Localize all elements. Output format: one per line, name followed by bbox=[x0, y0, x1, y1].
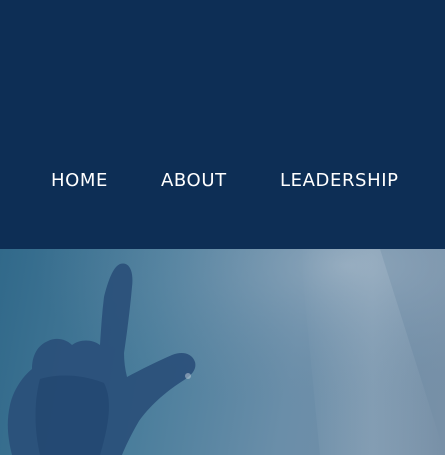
fingertip-highlight bbox=[185, 373, 191, 379]
site-header: HOME ABOUT LEADERSHIP bbox=[0, 0, 445, 249]
hero-photo bbox=[0, 249, 445, 455]
hand-shadow bbox=[35, 375, 109, 455]
nav-link-about[interactable]: ABOUT bbox=[161, 166, 227, 196]
nav-link-home[interactable]: HOME bbox=[51, 166, 108, 196]
hero-image bbox=[0, 249, 445, 455]
nav-link-leadership[interactable]: LEADERSHIP bbox=[280, 166, 399, 196]
main-nav: HOME ABOUT LEADERSHIP bbox=[0, 166, 445, 196]
